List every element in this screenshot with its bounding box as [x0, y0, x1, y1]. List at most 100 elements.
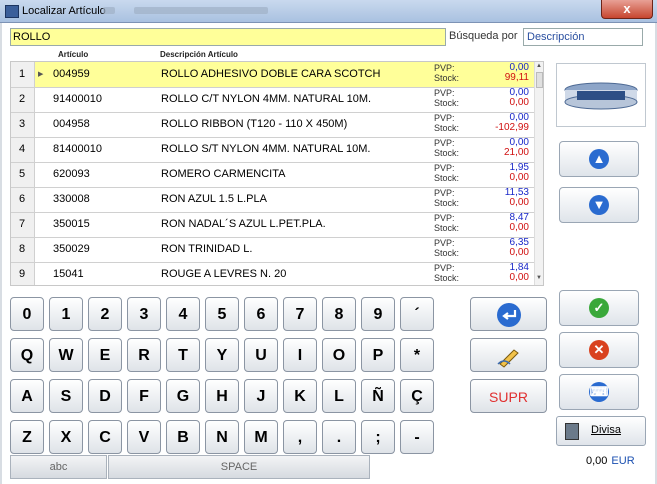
key-3-6[interactable]: M: [244, 420, 278, 454]
scroll-thumb[interactable]: [536, 72, 543, 88]
key-1-8[interactable]: O: [322, 338, 356, 372]
row-stock: 0,00: [509, 222, 529, 233]
key-1-1[interactable]: W: [49, 338, 83, 372]
key-0-2[interactable]: 2: [88, 297, 122, 331]
row-values: 0,00 21,00: [481, 138, 529, 158]
table-row[interactable]: 4 81400010 ROLLO S/T NYLON 4MM. NATURAL 10…: [11, 137, 534, 163]
key-3-9[interactable]: ;: [361, 420, 395, 454]
key-0-4[interactable]: 4: [166, 297, 200, 331]
row-index: 1: [11, 62, 35, 87]
key-0-8[interactable]: 8: [322, 297, 356, 331]
divisa-button[interactable]: Divisa: [556, 416, 646, 446]
scroll-up-icon[interactable]: ▲: [536, 63, 542, 69]
table-row[interactable]: 2 91400010 ROLLO C/T NYLON 4MM. NATURAL 10…: [11, 87, 534, 113]
header-desc[interactable]: Descripción Artículo: [160, 50, 238, 59]
row-stock: 21,00: [503, 147, 529, 158]
key-3-10[interactable]: -: [400, 420, 434, 454]
articles-table[interactable]: 9 15041 ROUGE A LEVRES N. 20 PVP: Stock: 1,84…: [10, 61, 544, 286]
key-0-0[interactable]: 0: [10, 297, 44, 331]
enter-key[interactable]: [470, 297, 547, 331]
row-price-labels: PVP: Stock:: [434, 138, 459, 158]
row-description: ROUGE A LEVRES N. 20: [161, 268, 287, 280]
supr-key[interactable]: SUPR: [470, 379, 547, 413]
key-2-7[interactable]: K: [283, 379, 317, 413]
close-button[interactable]: x: [601, 0, 653, 19]
edit-key[interactable]: [470, 338, 547, 372]
search-input[interactable]: ROLLO: [10, 28, 446, 46]
table-row[interactable]: 5 620093 ROMERO CARMENCITA PVP: Stock: 1,95 0,…: [11, 162, 534, 188]
key-0-9[interactable]: 9: [361, 297, 395, 331]
key-2-0[interactable]: A: [10, 379, 44, 413]
key-3-1[interactable]: X: [49, 420, 83, 454]
key-2-4[interactable]: G: [166, 379, 200, 413]
table-row[interactable]: 9 15041 ROUGE A LEVRES N. 20 PVP: Stock: 1,84…: [11, 262, 534, 285]
space-key[interactable]: SPACE: [108, 455, 370, 479]
key-2-10[interactable]: Ç: [400, 379, 434, 413]
currency-label: EUR: [611, 455, 635, 467]
page-down-icon: ▼: [589, 195, 609, 215]
row-values: 0,00 -102,99: [481, 113, 529, 133]
abc-key[interactable]: abc: [10, 455, 107, 479]
search-row: ROLLO Búsqueda por Descripción: [10, 28, 643, 46]
table-row[interactable]: 6 330008 RON AZUL 1.5 L.PLA PVP: Stock: 11,53…: [11, 187, 534, 213]
key-0-1[interactable]: 1: [49, 297, 83, 331]
key-1-0[interactable]: Q: [10, 338, 44, 372]
pvp-label: PVP:: [434, 238, 455, 248]
table-row[interactable]: 3 004958 ROLLO RIBBON (T120 - 110 X 450M) P…: [11, 112, 534, 138]
tab-blurred-2: [134, 7, 268, 14]
stock-label: Stock:: [434, 248, 460, 258]
key-3-8[interactable]: .: [322, 420, 356, 454]
page-down-button[interactable]: ▼: [559, 187, 639, 223]
key-3-5[interactable]: N: [205, 420, 239, 454]
key-1-4[interactable]: T: [166, 338, 200, 372]
key-0-3[interactable]: 3: [127, 297, 161, 331]
key-2-1[interactable]: S: [49, 379, 83, 413]
key-2-2[interactable]: D: [88, 379, 122, 413]
table-scrollbar[interactable]: ▲ ▼: [534, 62, 543, 285]
key-3-3[interactable]: V: [127, 420, 161, 454]
window-title: Localizar Artículo: [22, 5, 106, 17]
key-2-8[interactable]: L: [322, 379, 356, 413]
key-3-7[interactable]: ,: [283, 420, 317, 454]
row-description: RON AZUL 1.5 L.PLA: [161, 193, 267, 205]
keyboard-toggle-button[interactable]: ⌨: [559, 374, 639, 410]
header-code[interactable]: Artículo: [58, 50, 88, 59]
scroll-down-icon[interactable]: ▼: [536, 275, 542, 281]
cancel-button[interactable]: ✕: [559, 332, 639, 368]
stock-label: Stock:: [434, 148, 460, 158]
onscreen-keyboard: SUPR 0 1 2 3 4 5 6 7 8 9 ´ Q W E R T Y U I O P * A S D F G H J K L Ñ Ç Z X…: [10, 290, 550, 455]
key-1-5[interactable]: Y: [205, 338, 239, 372]
table-row[interactable]: 7 350015 RON NADAL´S AZUL L.PET.PLA. PVP: St…: [11, 212, 534, 238]
key-0-5[interactable]: 5: [205, 297, 239, 331]
key-3-4[interactable]: B: [166, 420, 200, 454]
key-2-6[interactable]: J: [244, 379, 278, 413]
row-description: RON TRINIDAD L.: [161, 243, 253, 255]
row-description: ROLLO C/T NYLON 4MM. NATURAL 10M.: [161, 93, 372, 105]
key-3-0[interactable]: Z: [10, 420, 44, 454]
key-1-10[interactable]: *: [400, 338, 434, 372]
key-0-6[interactable]: 6: [244, 297, 278, 331]
search-field-select[interactable]: Descripción: [523, 28, 643, 46]
ok-button[interactable]: ✓: [559, 290, 639, 326]
divisa-label: Divisa: [591, 424, 621, 436]
table-row[interactable]: 1 ▶ 004959 ROLLO ADHESIVO DOBLE CARA SCOTCH…: [11, 62, 534, 88]
search-by-label: Búsqueda por: [449, 30, 518, 42]
row-stock: 99,11: [504, 72, 529, 83]
page-up-button[interactable]: ▲: [559, 141, 639, 177]
key-1-6[interactable]: U: [244, 338, 278, 372]
table-row[interactable]: 8 350029 RON TRINIDAD L. PVP: Stock: 6,35 0,00: [11, 237, 534, 263]
key-2-9[interactable]: Ñ: [361, 379, 395, 413]
key-1-9[interactable]: P: [361, 338, 395, 372]
table-header: Artículo Descripción Artículo: [10, 49, 540, 61]
key-3-2[interactable]: C: [88, 420, 122, 454]
key-1-2[interactable]: E: [88, 338, 122, 372]
row-description: RON NADAL´S AZUL L.PET.PLA.: [161, 218, 326, 230]
row-price-labels: PVP: Stock:: [434, 88, 459, 108]
key-1-7[interactable]: I: [283, 338, 317, 372]
key-1-3[interactable]: R: [127, 338, 161, 372]
key-0-10[interactable]: ´: [400, 297, 434, 331]
key-2-5[interactable]: H: [205, 379, 239, 413]
key-0-7[interactable]: 7: [283, 297, 317, 331]
key-2-3[interactable]: F: [127, 379, 161, 413]
row-values: 6,35 0,00: [481, 238, 529, 258]
